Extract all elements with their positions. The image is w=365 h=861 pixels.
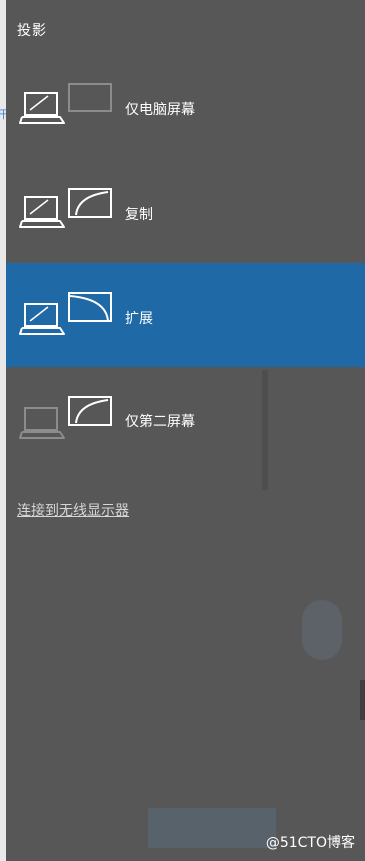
option-label: 复制 [125, 207, 153, 223]
option-duplicate[interactable]: 复制 [6, 156, 365, 260]
background-scroll-handle [360, 680, 365, 720]
connect-wireless-display-link[interactable]: 连接到无线显示器 [17, 500, 129, 520]
option-pc-screen-only[interactable]: 仅电脑屏幕 [6, 52, 365, 156]
background-scrollbar [262, 370, 268, 490]
watermark: @51CTO博客 [265, 835, 355, 851]
option-label: 仅电脑屏幕 [125, 102, 195, 118]
option-label: 仅第二屏幕 [125, 414, 195, 430]
option-second-screen-only[interactable]: 仅第二屏幕 [6, 367, 365, 471]
background-graphic [302, 600, 342, 660]
option-label: 扩展 [125, 311, 153, 327]
extend-icon [19, 292, 112, 335]
panel-title: 投影 [17, 23, 47, 39]
second-screen-only-icon [19, 396, 112, 439]
project-flyout-panel: 投影 仅电脑屏幕 复制 扩展 仅第二屏幕 连接到无线显示器 [6, 0, 365, 861]
duplicate-icon [19, 188, 112, 228]
option-extend[interactable]: 扩展 [6, 263, 365, 367]
background-button [148, 808, 276, 848]
screen: 开 投影 仅电脑屏幕 复制 扩展 仅第二屏幕 连接到无线显示器 @51CTO博客 [0, 0, 365, 861]
pc-screen-only-icon [19, 83, 112, 124]
